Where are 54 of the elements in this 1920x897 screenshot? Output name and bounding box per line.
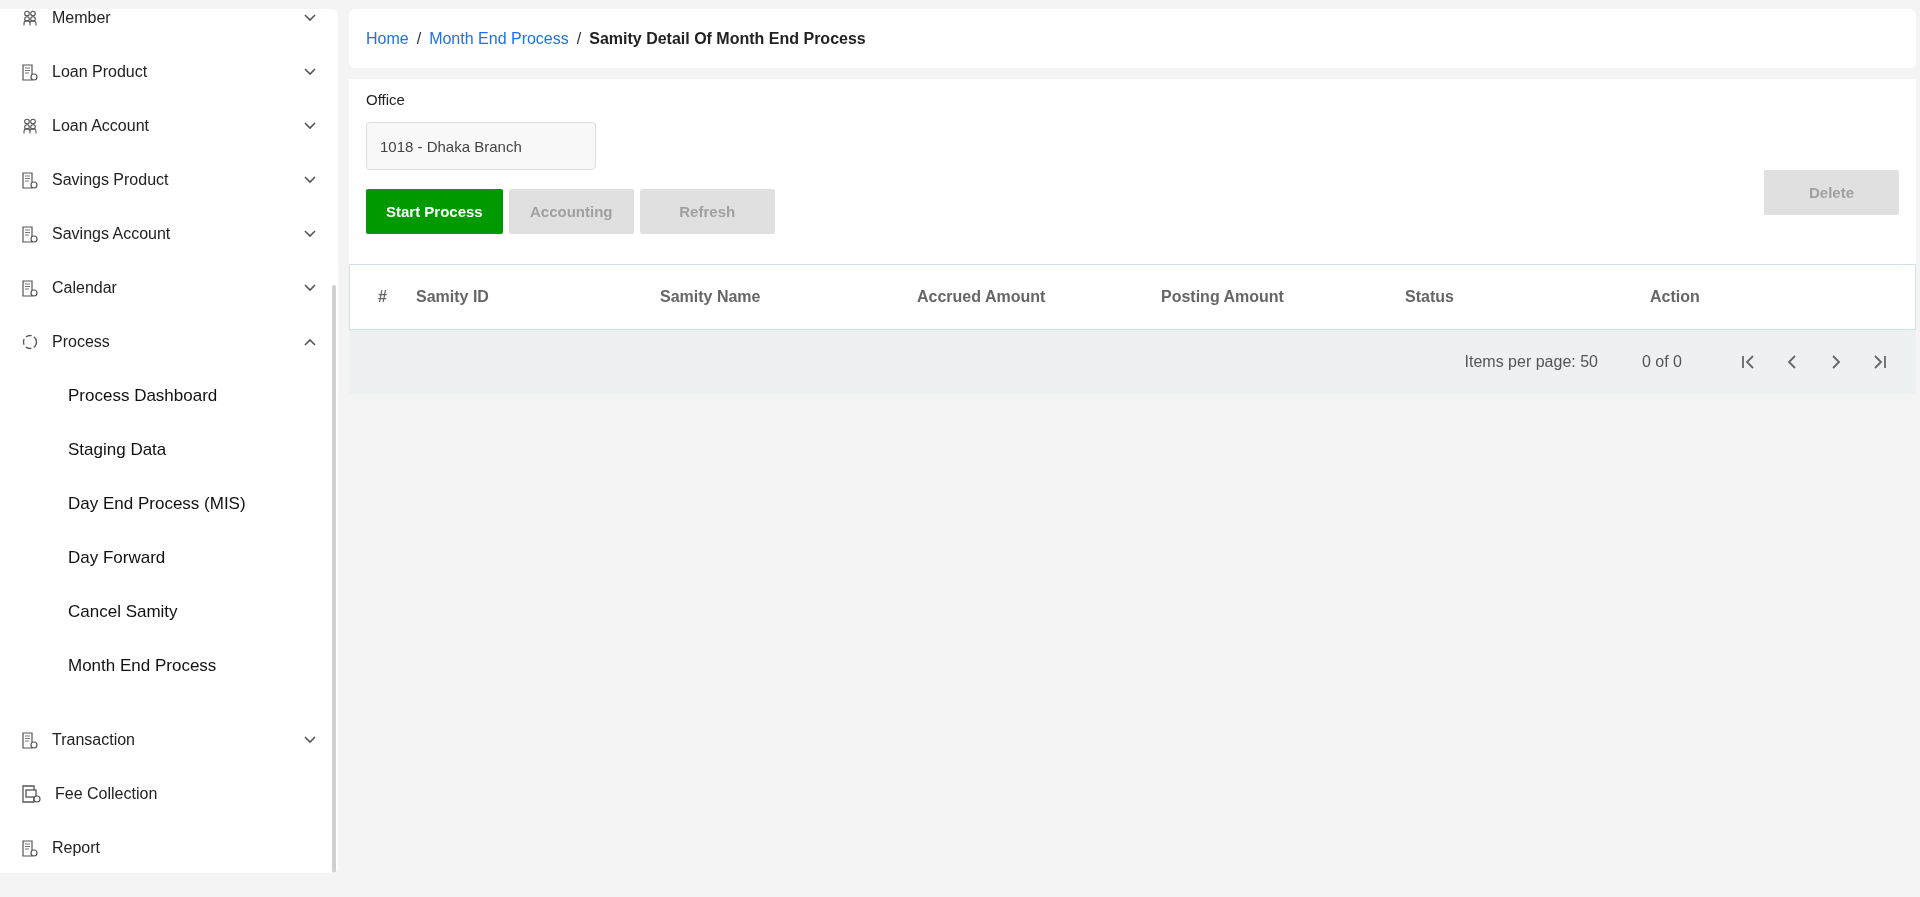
column-header: Samity Name (660, 288, 762, 306)
document-icon (22, 63, 38, 81)
breadcrumb-separator: / (576, 29, 582, 48)
chevron-down-icon (304, 736, 316, 744)
chevron-down-icon (304, 176, 316, 184)
column-header: Posting Amount (1161, 288, 1285, 306)
column-header: Action (1650, 288, 1701, 306)
sidebar-subitem[interactable]: Cancel Samity (0, 585, 338, 639)
sidebar-item[interactable]: Loan Account (0, 99, 338, 153)
column-header: Samity ID (416, 288, 490, 306)
sidebar-subitem[interactable]: Day Forward (0, 531, 338, 585)
receipt-card-icon (22, 785, 41, 803)
people-icon (22, 10, 38, 26)
chevron-down-icon (304, 284, 316, 292)
sidebar-item[interactable]: Loan Product (0, 45, 338, 99)
sidebar-item[interactable]: Member (0, 9, 338, 45)
column-header: Accrued Amount (917, 288, 1047, 306)
action-button[interactable]: Start Process (366, 189, 503, 234)
sidebar-item[interactable]: Transaction (0, 713, 338, 767)
circular-arrows-icon (22, 334, 38, 350)
items-per-page: Items per page: 50 (1464, 353, 1598, 371)
sidebar-subitem[interactable]: Month End Process (0, 639, 338, 693)
column-header: # (378, 288, 388, 306)
breadcrumb-link[interactable]: Home (366, 29, 409, 48)
document-icon (22, 279, 38, 297)
chevron-down-icon (304, 14, 316, 22)
last-page-icon (1871, 353, 1889, 371)
document-icon (22, 171, 38, 189)
breadcrumb-link[interactable]: Month End Process (429, 29, 569, 48)
column-header: Status (1405, 288, 1455, 306)
chevron-down-icon (304, 122, 316, 130)
scrollbar[interactable] (332, 285, 336, 873)
breadcrumb-separator: / (416, 29, 422, 48)
sidebar-item[interactable]: Process (0, 315, 338, 369)
chevron-up-icon (304, 338, 316, 346)
sidebar-subitem[interactable]: Staging Data (0, 423, 338, 477)
office-field[interactable]: 1018 - Dhaka Branch (366, 122, 596, 170)
breadcrumb-current[interactable]: Samity Detail Of Month End Process (589, 29, 866, 48)
people-icon (22, 118, 38, 134)
sidebar-item[interactable]: Report (0, 821, 338, 873)
chevron-down-icon (304, 68, 316, 76)
page-range: 0 of 0 (1641, 353, 1682, 371)
document-icon (22, 839, 38, 857)
sidebar-item[interactable]: Savings Account (0, 207, 338, 261)
office-label: Office (366, 91, 406, 108)
sidebar-subitem[interactable]: Process Dashboard (0, 369, 338, 423)
first-page-icon (1739, 353, 1757, 371)
sidebar-item[interactable]: Savings Product (0, 153, 338, 207)
sidebar-subitem[interactable]: Day End Process (MIS) (0, 477, 338, 531)
document-icon (22, 225, 38, 243)
sidebar-item[interactable]: Fee Collection (0, 767, 338, 821)
chevron-down-icon (304, 230, 316, 238)
document-icon (22, 731, 38, 749)
sidebar-item[interactable]: Calendar (0, 261, 338, 315)
